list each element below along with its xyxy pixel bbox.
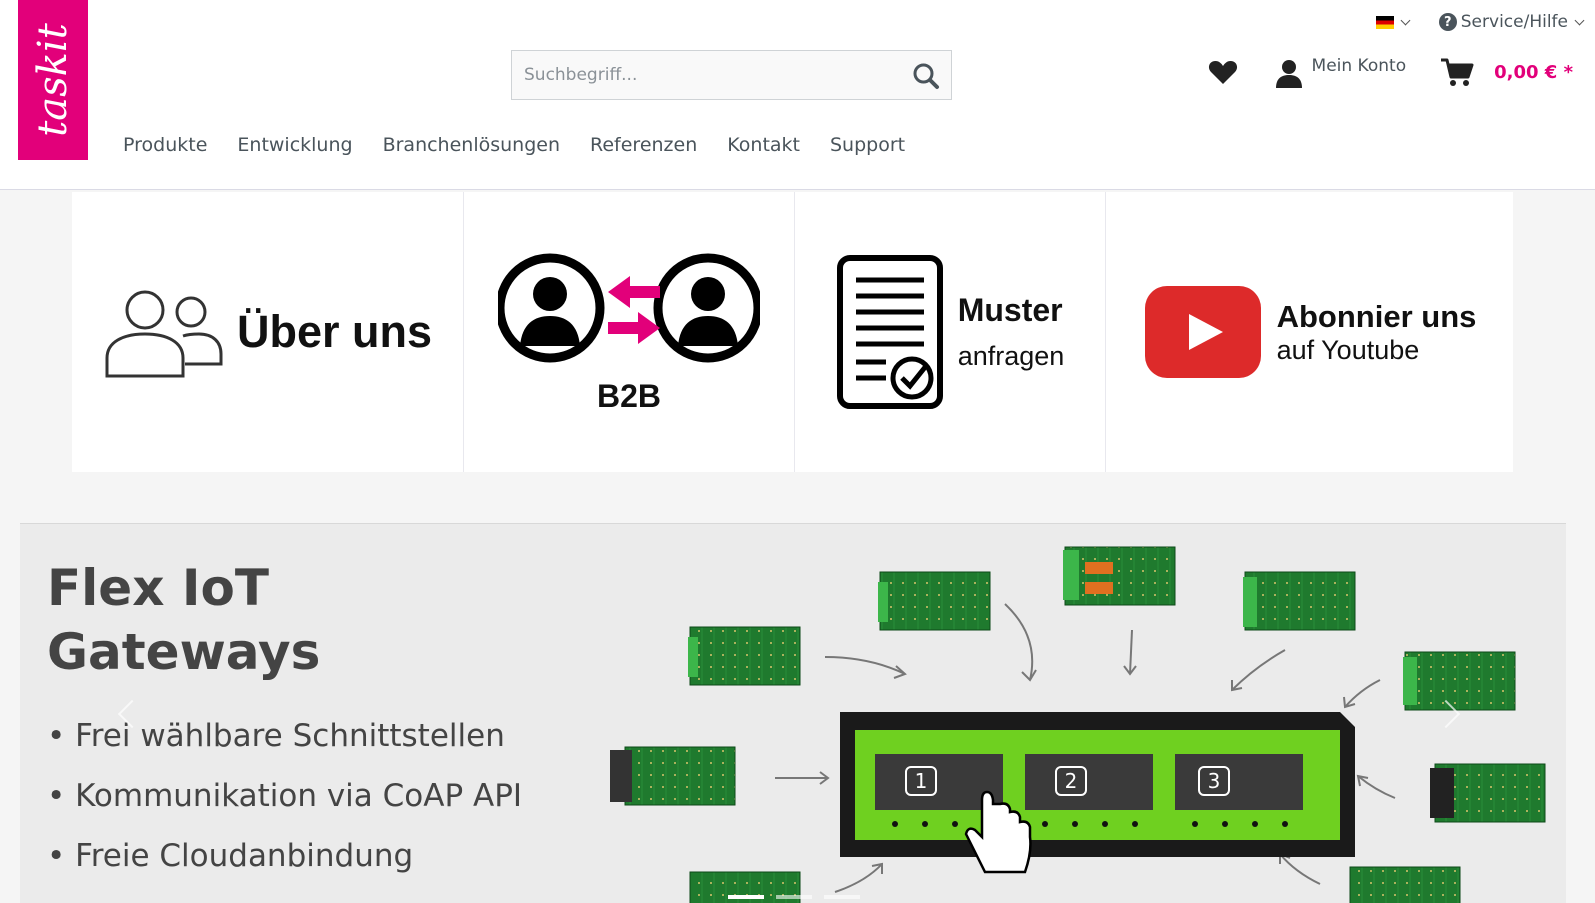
taskit-logo[interactable]: taskit [18,0,88,160]
slide-bullet: • Kommunikation via CoAP API [47,778,523,814]
slot-label-2: 2 [1055,766,1087,796]
search-input[interactable] [512,51,892,99]
slot-number: 1 [914,769,928,793]
slider-dots [728,895,860,899]
account-label: Mein Konto [1311,56,1407,76]
tile-youtube-line2: auf Youtube [1276,334,1420,365]
service-menu[interactable]: ? Service/Hilfe [1438,12,1585,32]
main-navigation: Produkte Entwicklung Branchenlösungen Re… [108,130,920,160]
cart-icon [1441,58,1474,86]
service-label: Service/Hilfe [1460,12,1568,32]
nav-item-produkte[interactable]: Produkte [108,130,222,160]
chevron-down-icon [1574,15,1585,25]
slider-dot-1[interactable] [728,895,764,899]
tile-b2b-label: B2B [596,377,661,414]
chevron-down-icon [1400,15,1411,25]
youtube-icon [1144,286,1261,378]
slide-title: Flex IoT Gateways [47,559,321,681]
slide-bullets: • Frei wählbare Schnittstellen • Kommuni… [47,706,522,886]
tile-about-label: Über uns [236,306,433,357]
search-button[interactable] [909,59,943,93]
wishlist-button[interactable] [1208,57,1238,87]
tile-sample-line1: Muster [957,292,1063,328]
slot-number: 2 [1064,769,1078,793]
module-board [610,746,736,806]
nav-item-support[interactable]: Support [815,130,920,160]
tile-about-us[interactable]: Über uns [72,192,464,472]
tile-request-sample[interactable]: Muster anfragen [795,192,1106,472]
slider-dot-2[interactable] [776,895,812,899]
site-header: taskit ? Service/Hilfe Mein Konto 0,00 €… [0,0,1595,190]
nav-item-entwicklung[interactable]: Entwicklung [222,130,367,160]
top-bar: ? Service/Hilfe [1375,12,1585,32]
tile-b2b[interactable]: B2B [464,192,795,472]
slot-number: 3 [1207,769,1221,793]
hero-slider: Flex IoT Gateways • Frei wählbare Schnit… [20,523,1566,903]
module-board [688,626,801,686]
tile-sample-line2: anfragen [957,341,1065,371]
teaser-tiles: Über uns B2B Muster anfragen Abonnier un… [72,192,1513,472]
module-board [1430,763,1546,823]
module-board [1063,546,1176,606]
people-icon [105,290,223,378]
nav-item-kontakt[interactable]: Kontakt [712,130,815,160]
language-switcher[interactable] [1375,15,1411,29]
module-board [1349,866,1461,903]
slot-label-3: 3 [1198,766,1230,796]
document-check-icon [836,255,943,409]
user-icon [1275,60,1302,88]
tile-youtube-line1: Abonnier uns [1276,298,1477,334]
search-box [511,50,952,100]
cart-button[interactable]: 0,00 € * [1440,57,1573,87]
slot-label-1: 1 [905,766,937,796]
header-actions: Mein Konto 0,00 € * [1208,56,1573,88]
nav-item-branchenloesungen[interactable]: Branchenlösungen [368,130,575,160]
gateway-illustration [610,546,1546,903]
nav-item-referenzen[interactable]: Referenzen [575,130,712,160]
account-button[interactable]: Mein Konto [1274,56,1407,88]
question-icon: ? [1438,13,1457,31]
b2b-exchange-icon [498,253,760,362]
search-icon [913,63,939,89]
module-board [878,571,991,631]
slide-bullet: • Freie Cloudanbindung [47,838,414,874]
cart-amount: 0,00 € * [1494,61,1573,83]
tile-youtube[interactable]: Abonnier uns auf Youtube [1106,192,1513,472]
module-board [1403,651,1516,711]
logo-text: taskit [30,23,76,137]
heart-icon [1208,61,1237,84]
slider-dot-3[interactable] [824,895,860,899]
german-flag-icon [1375,15,1394,29]
module-board [1243,571,1356,631]
